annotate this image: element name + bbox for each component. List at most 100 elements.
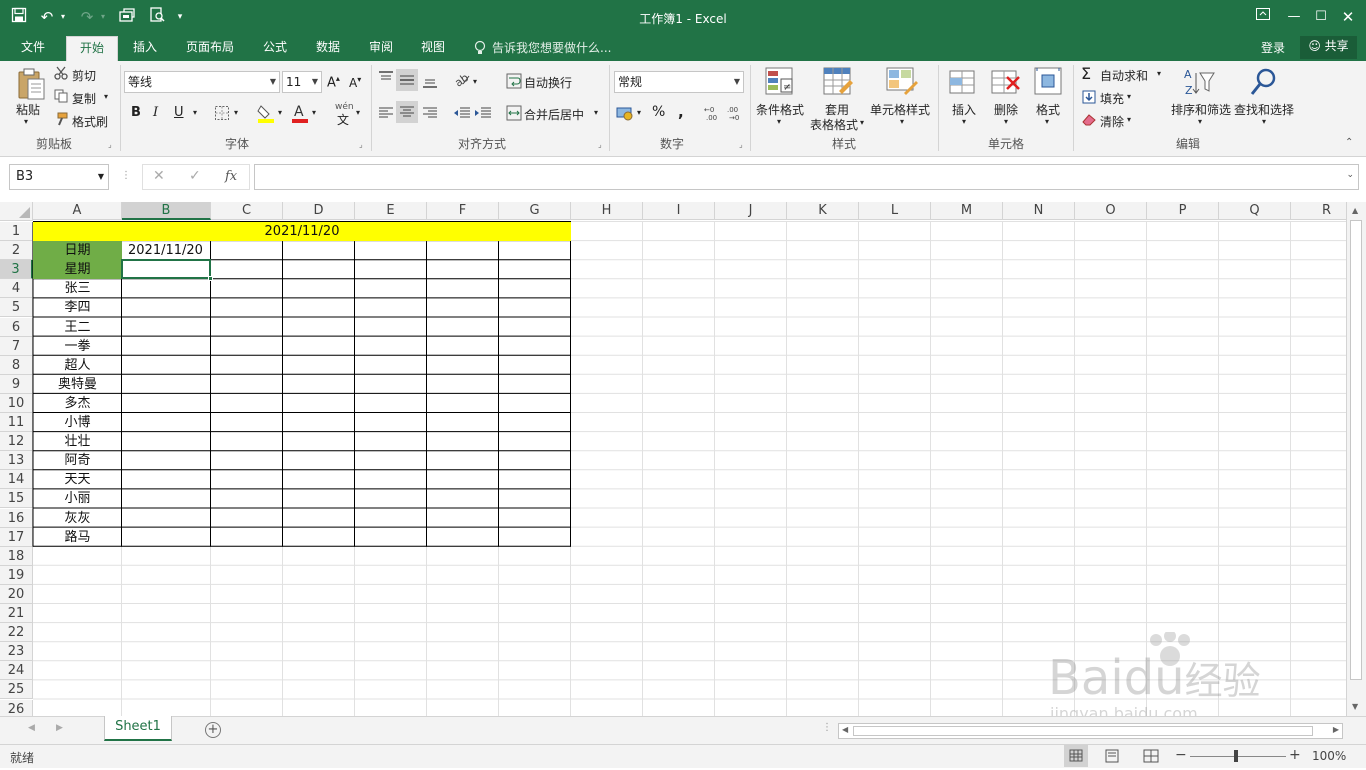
insert-cells-icon[interactable] [949,67,977,100]
header-cell-a1[interactable]: 2021/11/20 [33,222,571,242]
print-preview-icon[interactable] [148,7,168,27]
cell-a17[interactable]: 路马 [33,528,122,547]
fill-button[interactable]: 填充 [1100,90,1124,107]
copy-button[interactable]: 复制 [72,90,96,107]
collapse-ribbon-icon[interactable]: ⌃ [1345,137,1353,148]
font-color-icon[interactable]: A [291,103,309,126]
tab-page-layout[interactable]: 页面布局 [178,36,242,61]
format-table-dropdown-icon[interactable]: ▾ [860,118,864,127]
fill-dropdown-icon[interactable]: ▾ [1127,92,1131,101]
borders-dropdown-icon[interactable]: ▾ [234,108,238,117]
name-box[interactable]: B3 ▼ [9,164,109,190]
accounting-format-icon[interactable] [616,105,634,124]
cell-a12[interactable]: 壮壮 [33,432,122,451]
insert-dropdown-icon[interactable]: ▾ [962,117,966,126]
font-color-dropdown-icon[interactable]: ▾ [312,108,316,117]
delete-dropdown-icon[interactable]: ▾ [1004,117,1008,126]
scroll-thumb[interactable] [1350,220,1362,680]
decrease-decimal-icon[interactable]: .00 →0 [726,105,744,124]
normal-view-icon[interactable] [1064,745,1088,767]
align-middle-icon[interactable] [396,69,418,91]
active-cell-b3[interactable] [121,259,213,282]
tab-insert[interactable]: 插入 [124,36,166,61]
orientation-icon[interactable]: ab [452,71,471,90]
touch-mode-icon[interactable] [118,7,138,27]
scroll-up-icon[interactable]: ▲ [1352,206,1358,215]
increase-indent-icon[interactable] [474,106,492,123]
align-bottom-icon[interactable] [422,75,438,92]
sort-dropdown-icon[interactable]: ▾ [1198,117,1202,126]
zoom-level[interactable]: 100% [1312,749,1346,763]
underline-button[interactable]: U [174,105,184,120]
add-sheet-icon[interactable]: + [205,722,221,738]
tab-view[interactable]: 视图 [412,36,454,61]
cell-a11[interactable]: 小博 [33,413,122,432]
cell-styles-dropdown-icon[interactable]: ▾ [900,117,904,126]
paste-label[interactable]: 粘贴 [16,101,40,118]
sheet-tab-sheet1[interactable]: Sheet1 [104,716,172,741]
cell-styles-button[interactable]: 单元格样式 [870,101,930,118]
cell-a9[interactable]: 奥特曼 [33,375,122,394]
fill-color-icon[interactable] [257,103,275,126]
autosum-icon[interactable]: Σ [1081,64,1091,83]
increase-font-size-icon[interactable]: A▴ [327,74,340,90]
conditional-formatting-icon[interactable]: ≠ [765,67,795,100]
align-center-icon[interactable] [396,101,418,123]
decrease-font-size-icon[interactable]: A▾ [349,75,361,90]
align-right-icon[interactable] [422,106,438,123]
chevron-down-icon[interactable]: ▼ [98,165,104,189]
cancel-icon[interactable]: ✕ [153,168,165,184]
tab-home[interactable]: 开始 [66,36,118,61]
scroll-right-icon[interactable]: ▶ [1333,725,1339,734]
close-icon[interactable]: ✕ [1337,6,1359,28]
cell-a6[interactable]: 王二 [33,318,122,337]
decrease-indent-icon[interactable] [453,106,471,123]
fill-handle[interactable] [208,276,213,282]
share-button[interactable]: ☺ 共享 [1300,36,1357,59]
merge-center-button[interactable]: 合并后居中 [524,106,584,123]
worksheet-grid[interactable]: ABCDEFGHIJKLMNOPQR 1 2 3 4 5 6 7 8 9 10 11 12 13 14 15… [0,202,1366,716]
find-dropdown-icon[interactable]: ▾ [1262,117,1266,126]
undo-icon[interactable]: ↶ [38,7,56,27]
delete-cells-icon[interactable] [991,67,1021,100]
cell-styles-icon[interactable] [886,67,918,100]
redo-icon[interactable]: ↷ [78,7,96,27]
zoom-in-icon[interactable]: + [1289,747,1301,763]
autosum-button[interactable]: 自动求和 [1100,67,1148,84]
conditional-dropdown-icon[interactable]: ▾ [777,117,781,126]
ribbon-display-options-icon[interactable] [1252,6,1274,28]
number-format-dropdown[interactable]: 常规 ▼ [614,71,744,93]
number-launcher-icon[interactable]: ⌟ [739,140,743,149]
expand-formula-bar-icon[interactable]: ⌄ [1346,170,1354,180]
wrap-text-button[interactable]: 自动换行 [524,74,572,91]
font-name-dropdown[interactable]: 等线 ▼ [124,71,280,93]
horizontal-scrollbar[interactable]: ◀ ▶ [838,723,1343,739]
italic-button[interactable]: I [153,105,158,120]
scroll-down-icon[interactable]: ▼ [1352,702,1358,711]
tab-file[interactable]: 文件 [10,36,56,61]
increase-decimal-icon[interactable]: ←0.00 [703,105,721,124]
cell-a2[interactable]: 日期 [33,241,122,261]
format-painter-button[interactable]: 格式刷 [72,113,108,130]
align-top-icon[interactable] [378,71,394,88]
percent-button[interactable]: % [652,104,665,120]
zoom-out-icon[interactable]: − [1175,747,1187,763]
format-cells-icon[interactable] [1034,67,1062,100]
vertical-scrollbar[interactable]: ▲ ▼ [1346,202,1366,716]
tab-review[interactable]: 审阅 [360,36,402,61]
wrap-text-icon[interactable] [506,73,522,92]
cell-a5[interactable]: 李四 [33,298,122,317]
cell-a3[interactable]: 星期 [33,260,122,280]
comma-style-button[interactable]: , [678,103,684,121]
clipboard-launcher-icon[interactable]: ⌟ [108,140,112,149]
clear-dropdown-icon[interactable]: ▾ [1127,115,1131,124]
customize-toolbar-icon[interactable]: ▾ [174,7,186,27]
scroll-left-icon[interactable]: ◀ [842,725,848,734]
cell-a15[interactable]: 小丽 [33,489,122,508]
find-select-icon[interactable] [1250,67,1278,100]
accounting-dropdown-icon[interactable]: ▾ [637,108,641,117]
merge-dropdown-icon[interactable]: ▾ [594,108,598,117]
bold-button[interactable]: B [131,105,141,120]
copy-dropdown-icon[interactable]: ▾ [104,92,108,101]
merge-center-icon[interactable] [506,105,522,124]
